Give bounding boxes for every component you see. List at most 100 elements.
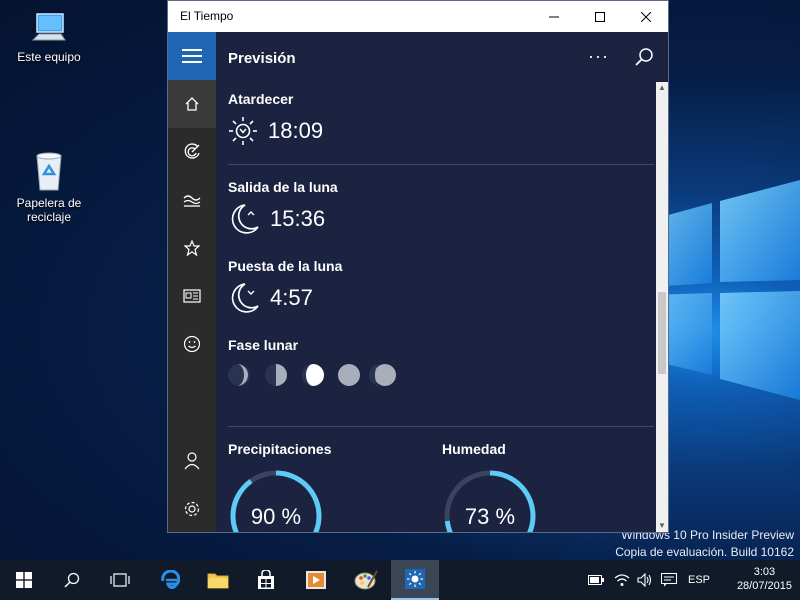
vertical-scrollbar[interactable]: ▲ ▼: [656, 82, 668, 532]
hamburger-icon: [182, 49, 202, 63]
scrollbar-thumb[interactable]: [658, 292, 666, 374]
desktop-icon-label: Papelera de reciclaje: [16, 196, 82, 224]
precipitation-label: Precipitaciones: [228, 441, 332, 457]
moon-phase-waning-gibbous-icon: [369, 364, 396, 386]
precipitation-gauge: 90 %: [228, 468, 324, 532]
tray-battery[interactable]: [588, 560, 604, 600]
search-icon: [64, 572, 80, 588]
humidity-value: 73 %: [464, 504, 516, 529]
taskbar-store[interactable]: [242, 560, 290, 600]
folder-icon: [207, 573, 229, 589]
tray-action-center[interactable]: [661, 560, 677, 600]
nav-item-maps[interactable]: [168, 128, 216, 176]
desktop-icon-label: Este equipo: [17, 50, 81, 64]
recycle-bin-icon: [36, 152, 62, 191]
moon-phase-icons: [228, 364, 396, 386]
desktop-icon-this-pc[interactable]: Este equipo: [12, 10, 86, 64]
paint-palette-icon: [354, 570, 378, 590]
task-view-button[interactable]: [96, 560, 144, 600]
taskbar-media-player[interactable]: [292, 560, 340, 600]
media-player-icon: [306, 571, 326, 589]
moon-phase-full-icon: [338, 364, 360, 386]
scroll-down-arrow-icon[interactable]: ▼: [656, 520, 668, 532]
taskbar-paint[interactable]: [342, 560, 390, 600]
start-button[interactable]: [0, 560, 48, 600]
moonrise-row: 15:36: [228, 202, 325, 236]
moonset-icon: [231, 283, 259, 313]
edge-browser-icon: [161, 570, 180, 589]
volume-icon: [637, 573, 652, 587]
minimize-icon: [549, 16, 559, 17]
nav-item-forecast[interactable]: [168, 80, 216, 128]
sunset-row: 18:09: [228, 116, 323, 146]
taskbar: ESP 3:03 28/07/2015: [0, 560, 800, 600]
maximize-button[interactable]: [577, 1, 623, 32]
moonrise-icon: [231, 204, 259, 234]
nav-item-historical[interactable]: [168, 176, 216, 224]
smiley-icon: [183, 335, 201, 353]
title-bar[interactable]: El Tiempo: [168, 1, 668, 32]
sunset-label: Atardecer: [228, 91, 294, 107]
sunset-icon: [229, 117, 257, 145]
sunset-time: 18:09: [268, 118, 324, 143]
tray-volume[interactable]: [637, 560, 653, 600]
watermark-line2: Copia de evaluación. Build 10162: [615, 545, 794, 559]
nav-item-news[interactable]: [168, 272, 216, 320]
star-icon: [184, 240, 200, 256]
computer-icon: [31, 13, 66, 41]
header-bar: Previsión ···: [216, 32, 656, 82]
close-button[interactable]: [623, 1, 668, 32]
nav-item-settings[interactable]: [168, 485, 216, 532]
moon-phase-label: Fase lunar: [228, 337, 299, 353]
notifications-icon: [661, 573, 677, 587]
clock-date: 28/07/2015: [736, 580, 792, 592]
minimize-button[interactable]: [531, 1, 577, 32]
close-icon: [641, 11, 651, 22]
task-view-icon: [110, 573, 130, 587]
nav-item-account[interactable]: [168, 437, 216, 485]
forecast-panel: Previsión ··· Atardecer 18:09 Salida de …: [216, 32, 656, 532]
tray-language[interactable]: ESP: [688, 560, 710, 600]
home-icon: [185, 97, 199, 111]
desktop-icon-recycle-bin[interactable]: Papelera de reciclaje: [12, 148, 86, 224]
windows-start-icon: [16, 572, 32, 588]
humidity-label: Humedad: [442, 441, 506, 457]
gear-icon: [184, 501, 200, 517]
moon-phase-waxing-gibbous-icon: [302, 364, 324, 386]
humidity-gauge: 73 %: [442, 468, 538, 532]
scroll-up-arrow-icon[interactable]: ▲: [656, 82, 668, 94]
battery-icon: [588, 575, 604, 585]
store-icon: [258, 570, 274, 589]
moonset-row: 4:57: [228, 281, 313, 315]
more-options-button[interactable]: ···: [588, 46, 609, 67]
wifi-icon: [614, 574, 630, 586]
divider: [228, 426, 654, 427]
moonrise-label: Salida de la luna: [228, 179, 338, 195]
nav-rail: [168, 32, 216, 532]
moon-phase-last-quarter-icon: [265, 364, 287, 386]
hamburger-menu-button[interactable]: [168, 32, 216, 80]
clock-time: 3:03: [753, 566, 776, 578]
person-icon: [184, 452, 200, 470]
nav-item-favorites[interactable]: [168, 224, 216, 272]
search-button[interactable]: [48, 560, 96, 600]
search-icon[interactable]: [634, 47, 654, 67]
page-title: Previsión: [228, 50, 296, 67]
taskbar-weather[interactable]: [391, 560, 439, 600]
moonset-time: 4:57: [270, 285, 313, 310]
taskbar-clock[interactable]: 3:03 28/07/2015: [737, 565, 792, 593]
nav-item-feedback[interactable]: [168, 320, 216, 368]
tray-network[interactable]: [614, 560, 630, 600]
radar-icon: [184, 143, 200, 159]
moonset-label: Puesta de la luna: [228, 258, 343, 274]
taskbar-file-explorer[interactable]: [194, 560, 242, 600]
maximize-icon: [595, 11, 605, 22]
moon-phase-waning-crescent-icon: [228, 364, 250, 386]
chart-wave-icon: [183, 195, 201, 207]
moonrise-time: 15:36: [270, 206, 326, 231]
divider: [228, 164, 654, 165]
taskbar-edge[interactable]: [146, 560, 194, 600]
weather-app-icon: [405, 569, 425, 589]
window-title: El Tiempo: [180, 9, 234, 23]
precipitation-value: 90 %: [250, 504, 302, 529]
